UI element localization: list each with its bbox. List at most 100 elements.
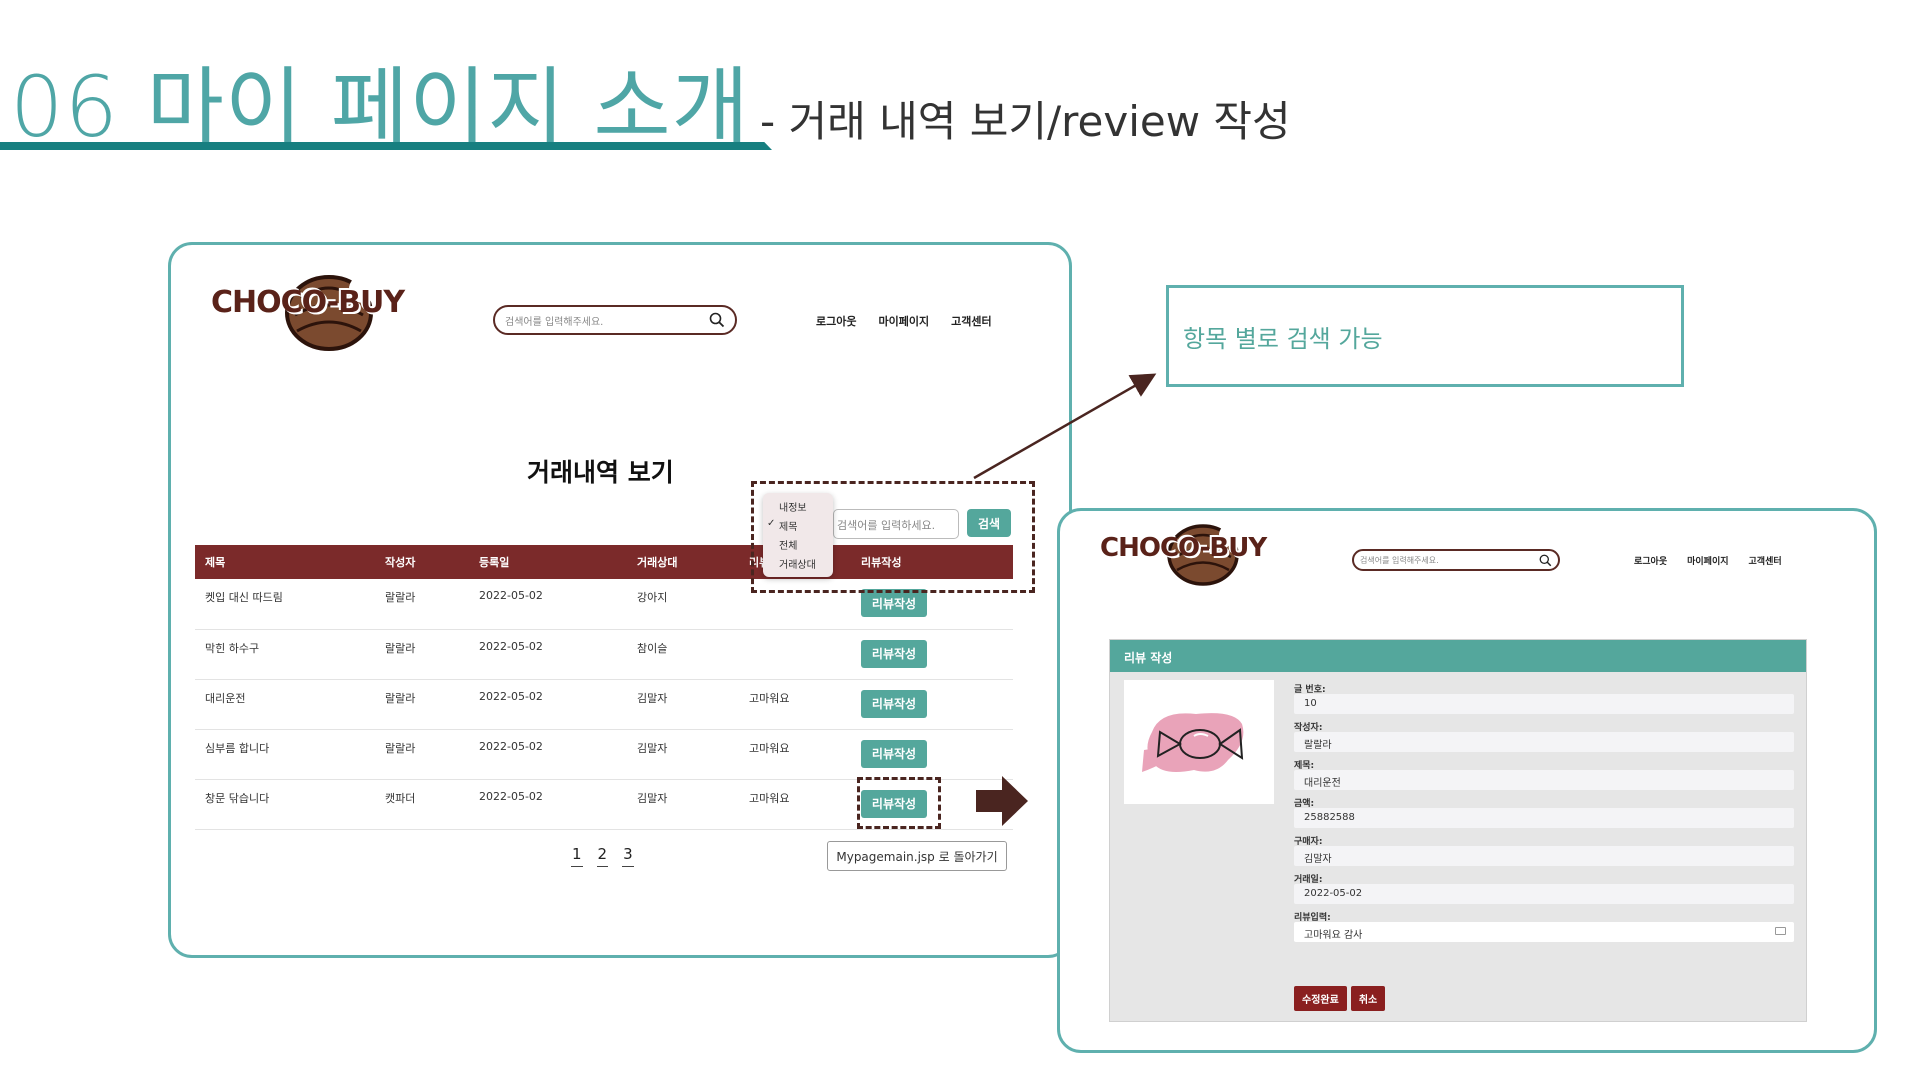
header-search-input[interactable]: 검색어를 입력해주세요.	[505, 313, 603, 328]
nav-mypage[interactable]: 마이페이지	[1687, 554, 1728, 567]
page-title: 거래내역 보기	[527, 458, 674, 487]
logo-text: CHOCO-BUY	[1100, 533, 1267, 563]
col-title: 제목	[195, 545, 375, 579]
review-form: 리뷰 작성 글 번호: 10 작성자: 랄랄라 제목: 대리운전 금액: 258…	[1109, 639, 1807, 1022]
field-price[interactable]: 25882588	[1294, 808, 1794, 828]
field-label-price: 금액:	[1294, 799, 1315, 809]
page-2[interactable]: 2	[596, 845, 609, 867]
nav-mypage[interactable]: 마이페이지	[878, 313, 929, 329]
nav-logout[interactable]: 로그아웃	[816, 313, 856, 329]
cell-action: 리뷰작성	[851, 729, 1013, 780]
table-row: 심부름 합니다 랄랄라 2022-05-02 김말자 고마워요 리뷰작성	[195, 729, 1013, 780]
cell-title: 막힌 하수구	[195, 629, 375, 680]
button-highlight	[857, 777, 941, 829]
cell-date: 2022-05-02	[469, 679, 627, 730]
cell-date: 2022-05-02	[469, 629, 627, 680]
header-nav: 로그아웃 마이페이지 고객센터	[1634, 554, 1782, 567]
field-label-post-no: 글 번호:	[1294, 685, 1326, 695]
field-review[interactable]: 고마워요 감사	[1304, 930, 1362, 941]
back-to-mypage-button[interactable]: Mypagemain.jsp 로 돌아가기	[827, 841, 1007, 871]
field-trade-date[interactable]: 2022-05-02	[1294, 884, 1794, 904]
callout-text: 항목 별로 검색 가능	[1183, 324, 1383, 353]
slide-subtitle: - 거래 내역 보기/review 작성	[759, 97, 1291, 146]
write-review-button[interactable]: 리뷰작성	[861, 689, 927, 718]
candy-icon	[1142, 713, 1244, 772]
header-nav: 로그아웃 마이페이지 고객센터	[816, 313, 992, 329]
review-input-wrap[interactable]: 고마워요 감사	[1294, 922, 1794, 942]
cell-author: 랄랄라	[375, 729, 469, 780]
cancel-button[interactable]: 취소	[1350, 986, 1386, 1011]
pagination: 1 2 3	[571, 845, 634, 867]
cell-review: 고마워요	[739, 729, 851, 780]
callout-box: 항목 별로 검색 가능	[1166, 285, 1684, 387]
header-search-input[interactable]: 검색어를 입력해주세요.	[1360, 555, 1439, 566]
filter-option-partner[interactable]: 거래상대	[763, 554, 833, 573]
table-row: 대리운전 랄랄라 2022-05-02 김말자 고마워요 리뷰작성	[195, 679, 1013, 730]
write-review-button[interactable]: 리뷰작성	[861, 589, 927, 617]
logo-text: CHOCO-BUY	[211, 285, 405, 320]
arrow-right-icon	[976, 776, 1028, 826]
nav-support[interactable]: 고객센터	[951, 313, 991, 329]
cell-review	[739, 629, 851, 680]
review-form-buttons: 수정완료 취소	[1294, 986, 1386, 1011]
nav-logout[interactable]: 로그아웃	[1634, 554, 1667, 567]
cell-review: 고마워요	[739, 679, 851, 730]
filter-dropdown-menu[interactable]: 내정보 제목 전체 거래상대	[763, 493, 833, 577]
keyboard-icon	[1775, 927, 1786, 935]
cell-action: 리뷰작성	[851, 629, 1013, 680]
cell-partner: 참이슬	[627, 629, 739, 680]
field-author[interactable]: 랄랄라	[1294, 732, 1794, 752]
cell-date: 2022-05-02	[469, 579, 627, 630]
cell-date: 2022-05-02	[469, 729, 627, 780]
cell-author: 랄랄라	[375, 679, 469, 730]
cell-action: 리뷰작성	[851, 679, 1013, 730]
field-label-buyer: 구매자:	[1294, 837, 1323, 847]
slide-title: 06 마이 페이지 소개	[10, 58, 750, 156]
cell-title: 심부름 합니다	[195, 729, 375, 780]
field-label-author: 작성자:	[1294, 723, 1323, 733]
page-1[interactable]: 1	[571, 845, 583, 867]
cell-title: 창문 닦습니다	[195, 779, 375, 830]
cell-date: 2022-05-02	[469, 779, 627, 830]
search-icon[interactable]	[1539, 554, 1552, 567]
cell-author: 랄랄라	[375, 629, 469, 680]
cell-author: 랄랄라	[375, 579, 469, 630]
col-author: 작성자	[375, 545, 469, 579]
cell-partner: 김말자	[627, 679, 739, 730]
cell-partner: 김말자	[627, 779, 739, 830]
header-search[interactable]: 검색어를 입력해주세요.	[493, 305, 737, 335]
cell-partner: 강아지	[627, 579, 739, 630]
write-review-button[interactable]: 리뷰작성	[861, 739, 927, 768]
nav-support[interactable]: 고객센터	[1749, 554, 1782, 567]
col-date: 등록일	[469, 545, 627, 579]
filter-option-all[interactable]: 전체	[763, 535, 833, 554]
write-review-button[interactable]: 리뷰작성	[861, 639, 927, 668]
slide: 06 마이 페이지 소개 - 거래 내역 보기/review 작성 CHOCO-B…	[0, 0, 1920, 1080]
cell-author: 캣파더	[375, 779, 469, 830]
title-underline	[0, 142, 772, 150]
review-screen: CHOCO-BUY 검색어를 입력해주세요. 로그아웃 마이페이지 고객센터 리…	[1057, 508, 1877, 1053]
field-post-no[interactable]: 10	[1294, 694, 1794, 714]
field-label-trade-date: 거래일:	[1294, 875, 1323, 885]
history-screen: CHOCO-BUY 검색어를 입력해주세요. 로그아웃 마이페이지 고객센터 거…	[168, 242, 1072, 958]
table-row: 막힌 하수구 랄랄라 2022-05-02 참이슬 리뷰작성	[195, 629, 1013, 680]
page-3[interactable]: 3	[622, 845, 634, 867]
field-label-title: 제목:	[1294, 761, 1315, 771]
cell-title: 대리운전	[195, 679, 375, 730]
review-form-header: 리뷰 작성	[1110, 640, 1806, 672]
review-fields: 글 번호: 10 작성자: 랄랄라 제목: 대리운전 금액: 25882588 …	[1294, 676, 1794, 942]
field-label-review: 리뷰입력:	[1294, 913, 1331, 923]
col-partner: 거래상대	[627, 545, 739, 579]
cell-title: 켓입 대신 따드림	[195, 579, 375, 630]
site-logo[interactable]: CHOCO-BUY	[1100, 524, 1267, 586]
field-title[interactable]: 대리운전	[1294, 770, 1794, 790]
filter-option-title[interactable]: 제목	[763, 516, 833, 535]
field-buyer[interactable]: 김말자	[1294, 846, 1794, 866]
search-icon[interactable]	[709, 312, 725, 328]
submit-review-button[interactable]: 수정완료	[1294, 986, 1347, 1011]
site-logo[interactable]: CHOCO-BUY	[211, 275, 405, 351]
header-search[interactable]: 검색어를 입력해주세요.	[1352, 549, 1560, 571]
cell-partner: 김말자	[627, 729, 739, 780]
filter-option-myinfo[interactable]: 내정보	[763, 497, 833, 516]
product-image	[1124, 680, 1274, 804]
